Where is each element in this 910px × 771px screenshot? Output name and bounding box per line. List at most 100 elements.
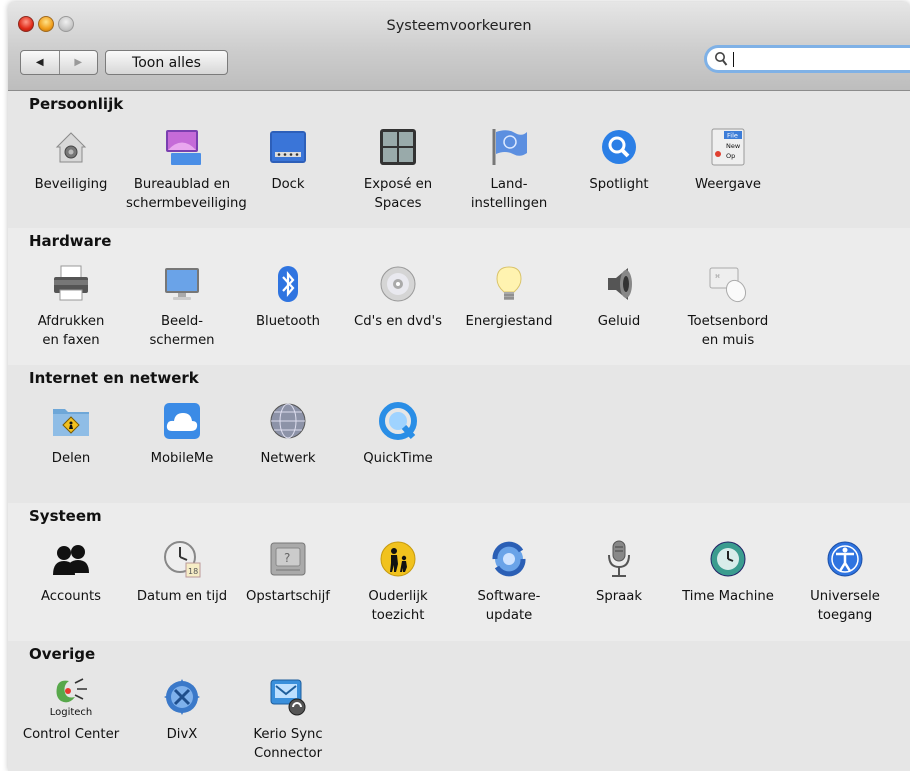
section-persoonlijk: Persoonlijk Beveiliging Bureaublad en sche… [8,91,910,229]
window-title: Systeemvoorkeuren [386,18,532,34]
pref-item-label: Beeld- schermen [149,314,215,348]
pref-item-kerio-sync[interactable]: Kerio Sync Connector [232,677,344,771]
microphone-icon [599,539,639,579]
pref-item-label: Weergave [694,177,762,192]
pref-item-sharing-folder[interactable]: Delen [15,401,127,495]
time-machine-icon [708,539,748,579]
pref-item-label: Geluid [597,314,641,329]
section-title: Systeem [29,507,102,525]
expose-icon [378,127,418,167]
pref-item-accessibility[interactable]: Universele toegang [789,539,901,633]
pref-item-label: Accounts [40,589,102,604]
pref-item-label: MobileMe [150,451,214,466]
search-field[interactable] [704,45,910,73]
cd-icon [378,264,418,304]
keyboard-mouse-icon: ⌘ [708,264,748,304]
pref-item-cd[interactable]: Cd's en dvd's [342,264,454,358]
back-button[interactable]: ◀ [21,51,60,74]
appearance-icon: File New Op [708,127,748,167]
cloud-icon [162,401,202,441]
pref-item-lightbulb[interactable]: Energiestand [453,264,565,358]
preferences-pane: Persoonlijk Beveiliging Bureaublad en sche… [8,91,910,771]
pref-item-label: Spraak [596,589,642,604]
section-systeem: Systeem Accounts 18 Datum en tijd? Opstartsc… [8,503,910,642]
pref-item-cloud[interactable]: MobileMe [126,401,238,495]
pref-item-dock[interactable]: Dock [232,127,344,221]
pref-item-quicktime[interactable]: QuickTime [342,401,454,495]
section-title: Hardware [29,232,112,250]
pref-item-label: Ouderlijk toezicht [368,589,428,623]
globe-icon [268,401,308,441]
svg-text:?: ? [284,551,290,565]
software-update-icon [489,539,529,579]
parental-controls-icon [378,539,418,579]
pref-item-startup-disk[interactable]: ? Opstartschijf [232,539,344,633]
flag-icon [489,127,529,167]
pref-item-label: Beveiliging [34,177,108,192]
navigation-control: ◀ ▶ [20,50,98,75]
pref-item-label: Afdrukken en faxen [37,314,105,348]
accounts-icon [51,539,91,579]
pref-item-flag[interactable]: Land- instellingen [453,127,565,221]
pref-item-bluetooth[interactable]: Bluetooth [232,264,344,358]
section-title: Persoonlijk [29,95,124,113]
pref-item-label: Control Center [22,727,120,742]
security-house-icon [51,127,91,167]
pref-item-desktop[interactable]: Bureaublad en schermbeveiliging [126,127,247,221]
pref-item-accounts[interactable]: Accounts [15,539,127,633]
quicktime-icon [378,401,418,441]
pref-item-label: Software- update [477,589,541,623]
forward-button[interactable]: ▶ [60,51,98,74]
display-icon [162,264,202,304]
pref-item-label: DivX [166,727,198,742]
pref-item-spotlight[interactable]: Spotlight [563,127,675,221]
pref-item-keyboard-mouse[interactable]: ⌘ Toetsenbord en muis [672,264,784,358]
clock-icon: 18 [162,539,202,579]
show-all-button[interactable]: Toon alles [105,50,228,75]
pref-item-label: Exposé en Spaces [363,177,433,211]
pref-item-clock[interactable]: 18 Datum en tijd [126,539,238,633]
pref-item-logitech[interactable]: Logitech Control Center [15,677,127,771]
section-overige: Overige Logitech Control Center DivX Kerio S… [8,641,910,771]
pref-item-globe[interactable]: Netwerk [232,401,344,495]
pref-item-software-update[interactable]: Software- update [453,539,565,633]
svg-text:18: 18 [188,567,198,576]
pref-item-parental-controls[interactable]: Ouderlijk toezicht [342,539,454,633]
icon-caption: Logitech [49,707,93,718]
sharing-folder-icon [51,401,91,441]
pref-item-label: Land- instellingen [470,177,548,211]
pref-item-label: Delen [51,451,91,466]
search-icon [715,52,728,66]
title-bar: Systeemvoorkeuren ◀ ▶ Toon alles [8,2,910,91]
bluetooth-icon [268,264,308,304]
pref-item-time-machine[interactable]: Time Machine [672,539,784,633]
pref-item-expose[interactable]: Exposé en Spaces [342,127,454,221]
pref-item-speaker[interactable]: Geluid [563,264,675,358]
pref-item-label: Cd's en dvd's [354,314,442,329]
svg-text:⌘: ⌘ [715,274,720,280]
pref-item-label: Bureaublad en schermbeveiliging [126,177,247,211]
pref-item-label: Time Machine [682,589,774,604]
pref-item-printer[interactable]: Afdrukken en faxen [15,264,127,358]
pref-item-label: Netwerk [260,451,316,466]
section-hardware: Hardware Afdrukken en faxen Beeld- scherme… [8,228,910,366]
pref-item-label: Bluetooth [255,314,321,329]
preferences-window: Systeemvoorkeuren ◀ ▶ Toon alles Persoon… [8,2,910,771]
pref-item-divx[interactable]: DivX [126,677,238,771]
svg-text:New: New [726,142,741,150]
pref-item-display[interactable]: Beeld- schermen [126,264,238,358]
pref-item-label: Opstartschijf [246,589,330,604]
pref-item-security-house[interactable]: Beveiliging [15,127,127,221]
spotlight-icon [599,127,639,167]
pref-item-label: Universele toegang [810,589,880,623]
pref-item-label: Energiestand [465,314,553,329]
kerio-sync-icon [268,677,308,717]
lightbulb-icon [489,264,529,304]
pref-item-label: Spotlight [589,177,649,192]
divx-icon [162,677,202,717]
printer-icon [51,264,91,304]
section-internet-en-netwerk: Internet en netwerk Delen MobileMe Netwerk Q… [8,365,910,504]
pref-item-label: Toetsenbord en muis [687,314,769,348]
pref-item-appearance[interactable]: File New Op Weergave [672,127,784,221]
pref-item-microphone[interactable]: Spraak [563,539,675,633]
